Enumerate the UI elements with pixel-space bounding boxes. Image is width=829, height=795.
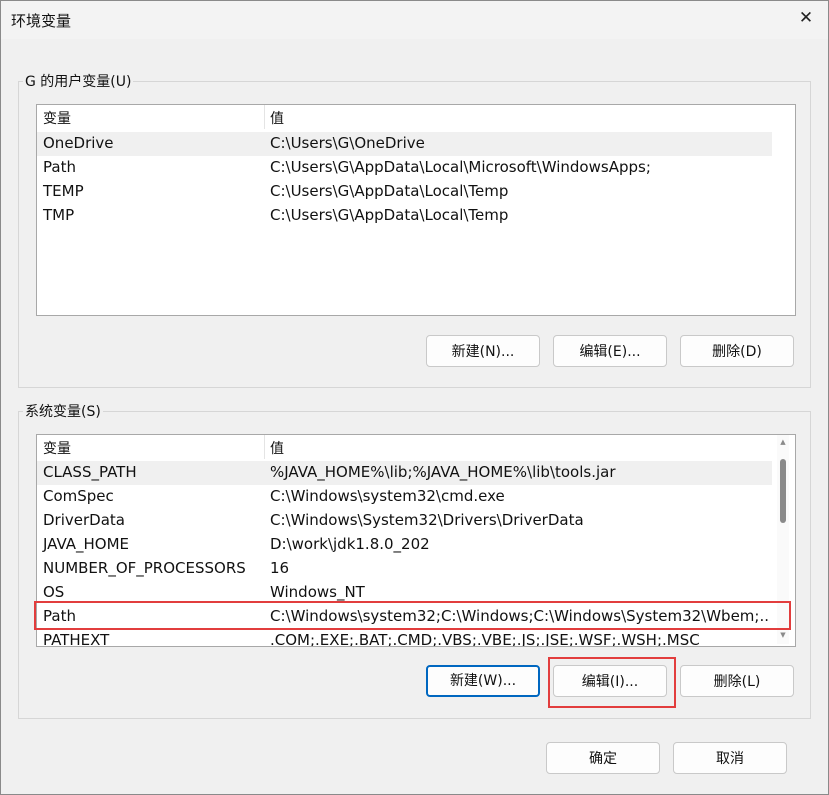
var-name: CLASS_PATH	[43, 463, 137, 481]
header-variable[interactable]: 变量	[43, 108, 71, 128]
scrollbar-thumb[interactable]	[780, 459, 786, 523]
sys-var-row-pathext[interactable]: PATHEXT .COM;.EXE;.BAT;.CMD;.VBS;.VBE;.J…	[37, 629, 772, 647]
sys-var-row-class-path[interactable]: CLASS_PATH %JAVA_HOME%\lib;%JAVA_HOME%\l…	[37, 461, 772, 485]
environment-variables-dialog: 环境变量 ✕ G 的用户变量(U) 变量 值 OneDrive C:\Users…	[0, 0, 829, 795]
user-variables-list[interactable]: 变量 值 OneDrive C:\Users\G\OneDrive Path C…	[36, 104, 796, 316]
user-var-row-temp[interactable]: TEMP C:\Users\G\AppData\Local\Temp	[37, 180, 772, 204]
var-value: Windows_NT	[270, 583, 365, 601]
var-value: C:\Windows\system32\cmd.exe	[270, 487, 505, 505]
sys-var-row-comspec[interactable]: ComSpec C:\Windows\system32\cmd.exe	[37, 485, 772, 509]
list-header: 变量 值	[37, 435, 795, 459]
var-name: OneDrive	[43, 134, 114, 152]
edit-button-highlight	[548, 657, 676, 708]
window-title: 环境变量	[11, 12, 72, 30]
user-var-row-onedrive[interactable]: OneDrive C:\Users\G\OneDrive	[37, 132, 772, 156]
var-value: %JAVA_HOME%\lib;%JAVA_HOME%\lib\tools.ja…	[270, 463, 616, 481]
scroll-up-icon[interactable]: ▲	[779, 438, 787, 446]
cancel-button[interactable]: 取消	[673, 742, 787, 774]
path-row-highlight	[34, 601, 791, 630]
var-name: Path	[43, 158, 76, 176]
system-variables-group-title: 系统变量(S)	[23, 401, 103, 421]
close-icon[interactable]: ✕	[797, 9, 815, 27]
column-divider[interactable]	[264, 435, 265, 459]
var-name: NUMBER_OF_PROCESSORS	[43, 559, 246, 577]
user-delete-button[interactable]: 删除(D)	[680, 335, 794, 367]
header-variable[interactable]: 变量	[43, 438, 71, 458]
sys-var-row-number-of-processors[interactable]: NUMBER_OF_PROCESSORS 16	[37, 557, 772, 581]
user-new-button[interactable]: 新建(N)...	[426, 335, 540, 367]
var-name: TEMP	[43, 182, 84, 200]
user-variables-group-title: G 的用户变量(U)	[23, 71, 134, 91]
system-delete-button[interactable]: 删除(L)	[680, 665, 794, 697]
var-name: ComSpec	[43, 487, 114, 505]
var-value: C:\Users\G\OneDrive	[270, 134, 425, 152]
var-value: D:\work\jdk1.8.0_202	[270, 535, 430, 553]
var-value: 16	[270, 559, 290, 577]
var-value: C:\Windows\System32\Drivers\DriverData	[270, 511, 584, 529]
system-new-button[interactable]: 新建(W)...	[426, 665, 540, 697]
user-var-row-path[interactable]: Path C:\Users\G\AppData\Local\Microsoft\…	[37, 156, 772, 180]
var-name: OS	[43, 583, 65, 601]
column-divider[interactable]	[264, 105, 265, 129]
scroll-down-icon[interactable]: ▼	[779, 631, 787, 639]
var-value: C:\Users\G\AppData\Local\Microsoft\Windo…	[270, 158, 651, 176]
var-name: PATHEXT	[43, 631, 110, 647]
var-value: C:\Users\G\AppData\Local\Temp	[270, 182, 509, 200]
user-edit-button[interactable]: 编辑(E)...	[553, 335, 667, 367]
header-value[interactable]: 值	[270, 108, 284, 128]
header-value[interactable]: 值	[270, 438, 284, 458]
var-value: C:\Users\G\AppData\Local\Temp	[270, 206, 509, 224]
list-header: 变量 值	[37, 105, 795, 129]
ok-button[interactable]: 确定	[546, 742, 660, 774]
var-name: JAVA_HOME	[43, 535, 130, 553]
sys-var-row-driverdata[interactable]: DriverData C:\Windows\System32\Drivers\D…	[37, 509, 772, 533]
var-name: DriverData	[43, 511, 125, 529]
var-value: .COM;.EXE;.BAT;.CMD;.VBS;.VBE;.JS;.JSE;.…	[270, 631, 700, 647]
title-bar: 环境变量 ✕	[1, 1, 828, 39]
var-name: TMP	[43, 206, 75, 224]
user-var-row-tmp[interactable]: TMP C:\Users\G\AppData\Local\Temp	[37, 204, 772, 228]
sys-var-row-java-home[interactable]: JAVA_HOME D:\work\jdk1.8.0_202	[37, 533, 772, 557]
